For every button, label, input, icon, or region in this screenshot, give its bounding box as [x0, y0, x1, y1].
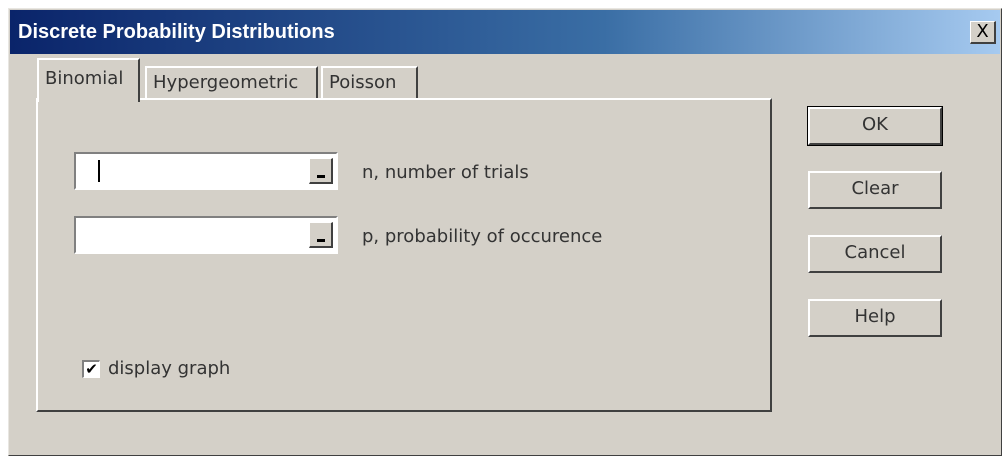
- tab-poisson[interactable]: Poisson: [321, 66, 418, 99]
- tab-label: Hypergeometric: [153, 72, 299, 93]
- cancel-button[interactable]: Cancel: [808, 235, 942, 273]
- collapse-dialog-icon: [317, 175, 325, 178]
- n-trials-input[interactable]: [74, 152, 338, 190]
- ok-button[interactable]: OK: [807, 106, 943, 146]
- checkmark-icon: ✔: [85, 360, 98, 378]
- close-icon: X: [976, 21, 989, 42]
- title-bar[interactable]: Discrete Probability Distributions X: [10, 10, 1000, 54]
- tab-label: Binomial: [45, 68, 124, 89]
- collapse-dialog-button[interactable]: [309, 222, 333, 248]
- text-caret: [98, 160, 100, 182]
- n-trials-label: n, number of trials: [362, 162, 529, 183]
- collapse-dialog-button[interactable]: [309, 158, 333, 184]
- window-title: Discrete Probability Distributions: [18, 21, 335, 43]
- tab-panel-binomial: n, number of trials p, probability of oc…: [36, 98, 772, 412]
- help-button[interactable]: Help: [808, 299, 942, 337]
- tab-binomial[interactable]: Binomial: [37, 58, 140, 102]
- display-graph-label[interactable]: display graph: [108, 358, 230, 379]
- p-probability-label: p, probability of occurence: [362, 226, 603, 247]
- p-probability-input[interactable]: [74, 216, 338, 254]
- tab-label: Poisson: [329, 72, 397, 93]
- clear-button[interactable]: Clear: [808, 171, 942, 209]
- tab-hypergeometric[interactable]: Hypergeometric: [145, 66, 318, 99]
- collapse-dialog-icon: [317, 239, 325, 242]
- display-graph-checkbox[interactable]: ✔: [82, 360, 100, 378]
- close-button[interactable]: X: [970, 21, 996, 44]
